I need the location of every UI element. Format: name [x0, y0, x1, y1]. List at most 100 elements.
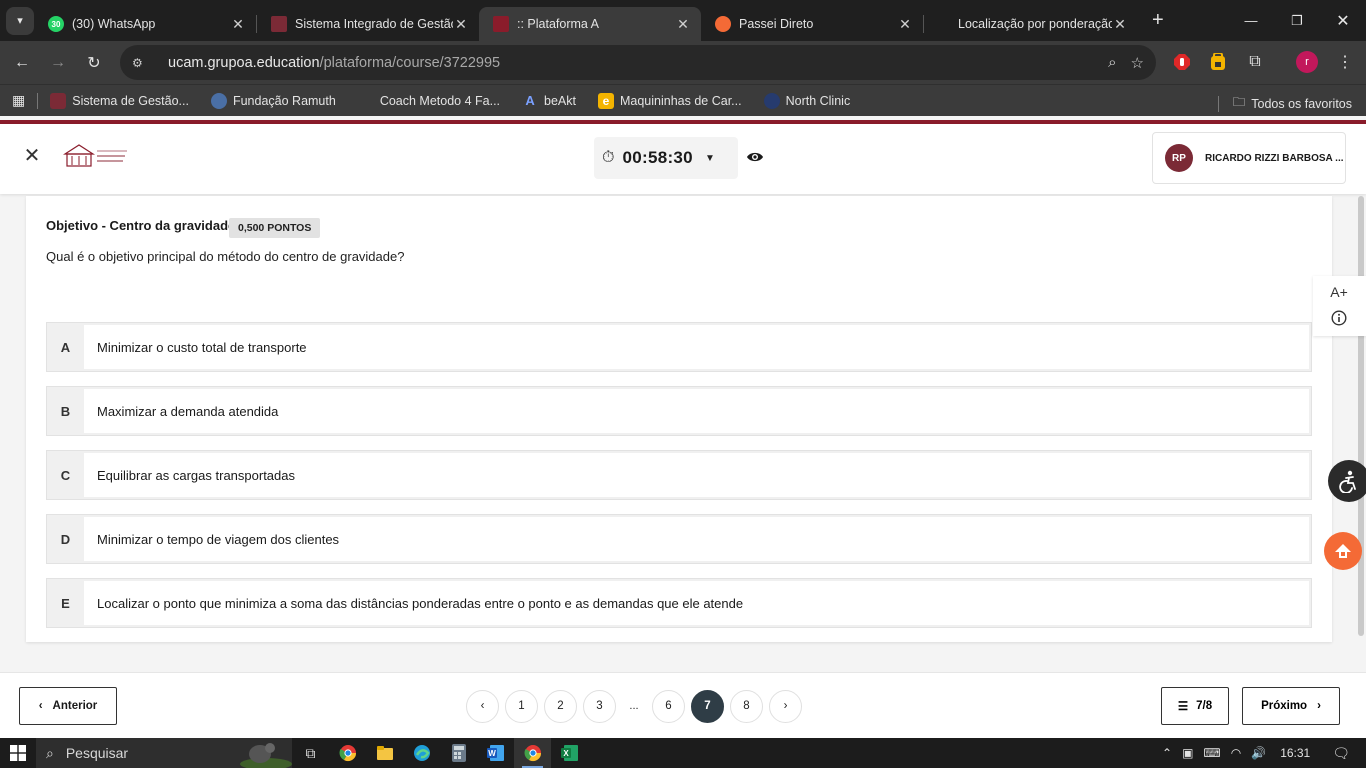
page-button[interactable]: 1: [505, 689, 538, 723]
bookmark-star-icon[interactable]: ☆: [1131, 54, 1144, 72]
task-view-icon[interactable]: ⧉: [292, 738, 329, 768]
reload-icon[interactable]: ↻: [76, 45, 112, 81]
passei-direto-icon[interactable]: [1324, 532, 1362, 570]
adblock-extension-icon[interactable]: [1169, 49, 1195, 75]
exam-page: ✕ ⏱ 00:58:30 ▼ RP RICARDO RIZZI BARBOSA …: [0, 116, 1366, 738]
option-a[interactable]: A Minimizar o custo total de transporte: [46, 322, 1312, 372]
whatsapp-icon: 30: [48, 16, 64, 32]
browser-menu-icon[interactable]: ⋮: [1332, 49, 1358, 75]
restore-icon[interactable]: ❐: [1274, 0, 1320, 41]
word-icon[interactable]: W: [477, 738, 514, 768]
site-settings-icon[interactable]: ⚙: [132, 56, 150, 70]
bookmark-sistema-gestao[interactable]: Sistema de Gestão...: [50, 92, 189, 109]
windows-start-icon[interactable]: [0, 738, 36, 768]
pager-next-icon[interactable]: ›: [769, 689, 802, 723]
close-tab-icon[interactable]: ✕: [230, 16, 246, 33]
svg-text:X: X: [563, 749, 569, 758]
all-bookmarks[interactable]: 🗀 Todos os favoritos: [1217, 93, 1352, 114]
next-button[interactable]: Próximo ›: [1242, 687, 1340, 725]
question-list-button[interactable]: ☰ 7/8: [1161, 687, 1229, 725]
back-arrow-icon[interactable]: ←: [4, 45, 40, 81]
option-letter: D: [60, 531, 71, 547]
pager-prev-icon[interactable]: ‹: [466, 689, 499, 723]
minimize-icon[interactable]: —: [1228, 0, 1274, 41]
volume-icon[interactable]: 🔊: [1251, 746, 1266, 760]
option-text: Maximizar a demanda atendida: [84, 389, 1309, 433]
exam-header: ✕ ⏱ 00:58:30 ▼ RP RICARDO RIZZI BARBOSA …: [0, 124, 1366, 194]
forward-arrow-icon[interactable]: →: [40, 45, 76, 81]
meet-now-icon[interactable]: ▣: [1182, 746, 1193, 760]
notifications-icon[interactable]: 🗨: [1332, 745, 1350, 762]
font-size-icon[interactable]: A+: [1329, 284, 1349, 300]
url-path: /plataforma/course/3722995: [319, 54, 501, 71]
tab-localizacao[interactable]: Localização por ponderação ✕: [924, 7, 1138, 41]
system-tray: ⌃ ▣ ⌨ ◠ 🔊 16:31 🗨: [1162, 738, 1366, 768]
tab-whatsapp[interactable]: 30 (30) WhatsApp ✕: [34, 7, 256, 41]
tab-title: Sistema Integrado de Gestão: [295, 17, 453, 31]
close-tab-icon[interactable]: ✕: [897, 16, 913, 33]
page-button[interactable]: 6: [652, 689, 685, 723]
bookmark-coach-metodo[interactable]: Coach Metodo 4 Fa...: [358, 93, 500, 109]
extension-yellow-icon[interactable]: [1205, 49, 1231, 75]
address-bar[interactable]: ⚙ ucam.grupoa.education/plataforma/cours…: [120, 45, 1156, 80]
bookmark-fundacao-ramuth[interactable]: Fundação Ramuth: [210, 92, 336, 109]
font-size-label: A+: [1330, 284, 1348, 300]
chrome-active-icon[interactable]: [514, 738, 551, 768]
svg-text:W: W: [488, 749, 496, 758]
new-tab-icon[interactable]: +: [1152, 9, 1164, 32]
previous-label: Anterior: [52, 700, 98, 712]
browser-tab-bar: ▾ 30 (30) WhatsApp ✕ Sistema Integrado d…: [0, 0, 1366, 41]
option-letter: B: [60, 403, 71, 419]
extensions-puzzle-icon[interactable]: ⧉: [1242, 49, 1268, 75]
page-button-current[interactable]: 7: [691, 689, 724, 723]
close-tab-icon[interactable]: ✕: [675, 16, 691, 33]
wifi-icon[interactable]: ◠: [1231, 746, 1241, 760]
tab-search-dropdown[interactable]: ▾: [6, 6, 34, 35]
page-button[interactable]: 8: [730, 689, 763, 723]
option-e[interactable]: E Localizar o ponto que minimiza a soma …: [46, 578, 1312, 628]
page-button[interactable]: 3: [583, 689, 616, 723]
user-menu[interactable]: RP RICARDO RIZZI BARBOSA ...: [1152, 132, 1346, 184]
window-close-icon[interactable]: ✕: [1320, 0, 1366, 41]
bookmark-label: Maquininhas de Car...: [619, 93, 742, 108]
zoom-icon[interactable]: ⌕: [1108, 54, 1116, 72]
calculator-icon[interactable]: [440, 738, 477, 768]
chrome-icon[interactable]: [329, 738, 366, 768]
bookmark-maquininhas[interactable]: e Maquininhas de Car...: [597, 92, 742, 109]
file-explorer-icon[interactable]: [366, 738, 403, 768]
close-tab-icon[interactable]: ✕: [453, 16, 469, 33]
option-d[interactable]: D Minimizar o tempo de viagem dos client…: [46, 514, 1312, 564]
apps-grid-icon[interactable]: ▦: [12, 92, 25, 109]
chevron-up-icon[interactable]: ⌃: [1162, 746, 1172, 760]
option-b[interactable]: B Maximizar a demanda atendida: [46, 386, 1312, 436]
tab-plataforma-a[interactable]: :: Plataforma A ✕: [479, 7, 701, 41]
search-highlight-illustration: [240, 743, 292, 768]
profile-avatar[interactable]: r: [1296, 51, 1318, 73]
eye-icon[interactable]: [746, 150, 764, 164]
avatar: RP: [1165, 144, 1193, 172]
tab-passei-direto[interactable]: Passei Direto ✕: [701, 7, 923, 41]
tab-sistema-integrado[interactable]: Sistema Integrado de Gestão ✕: [257, 7, 479, 41]
info-icon[interactable]: [1329, 310, 1349, 330]
close-exam-icon[interactable]: ✕: [22, 146, 42, 166]
option-c[interactable]: C Equilibrar as cargas transportadas: [46, 450, 1312, 500]
clock-time[interactable]: 16:31: [1280, 746, 1310, 760]
taskbar-search[interactable]: ⌕ Pesquisar: [36, 738, 292, 768]
previous-button[interactable]: ‹ Anterior: [19, 687, 117, 725]
close-tab-icon[interactable]: ✕: [1112, 16, 1128, 33]
bookmark-label: Sistema de Gestão...: [72, 93, 189, 108]
question-card: Objetivo - Centro da gravidade 0,500 PON…: [26, 196, 1332, 642]
bookmark-beakt[interactable]: A beAkt: [522, 93, 576, 109]
edge-icon[interactable]: [403, 738, 440, 768]
option-letter: A: [60, 339, 71, 355]
exam-timer[interactable]: ⏱ 00:58:30 ▼: [594, 137, 738, 179]
page-button[interactable]: 2: [544, 689, 577, 723]
accessibility-icon[interactable]: [1328, 460, 1366, 502]
university-icon: [271, 16, 287, 32]
keyboard-language-icon[interactable]: ⌨: [1203, 746, 1220, 760]
page-scrollbar[interactable]: [1358, 196, 1364, 636]
chevron-down-icon[interactable]: ▼: [705, 153, 715, 164]
bookmark-north-clinic[interactable]: North Clinic: [763, 92, 850, 109]
option-text: Minimizar o tempo de viagem dos clientes: [84, 517, 1309, 561]
excel-icon[interactable]: X: [551, 738, 588, 768]
